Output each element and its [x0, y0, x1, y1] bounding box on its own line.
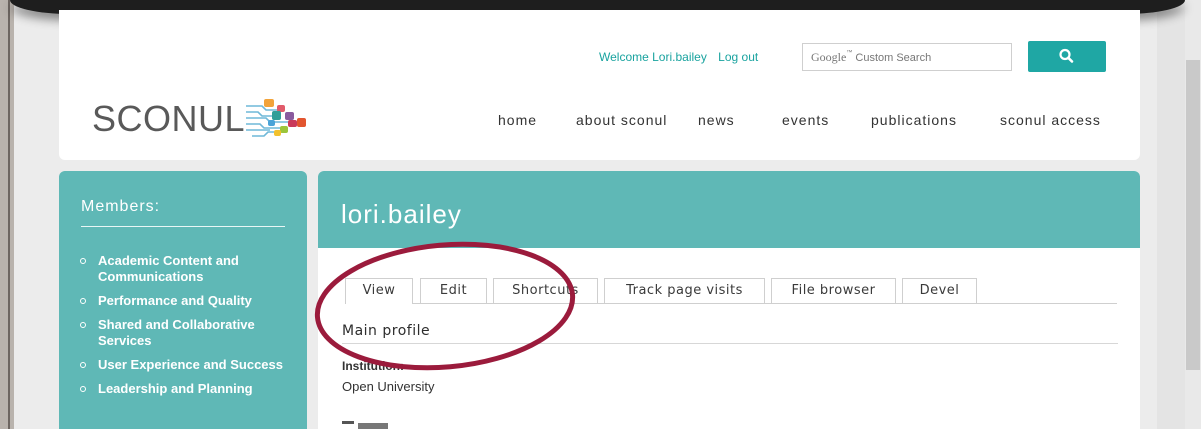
search-brand: Google: [811, 50, 847, 64]
nav-home[interactable]: home: [498, 112, 537, 128]
search-icon: [1059, 48, 1074, 63]
sidebar-item-label: User Experience and Success: [98, 357, 283, 372]
logo-network-icon: [246, 99, 306, 137]
site-header: Welcome Lori.bailey Log out Google™ Cust…: [59, 10, 1140, 160]
bullet-icon: [80, 258, 86, 264]
main-content: lori.bailey View Edit Shortcuts Track pa…: [318, 171, 1140, 429]
nav-publications[interactable]: publications: [871, 112, 957, 128]
bullet-icon: [80, 386, 86, 392]
profile-tabs: View Edit Shortcuts Track page visits Fi…: [345, 278, 1117, 304]
tab-track-page-visits[interactable]: Track page visits: [604, 278, 765, 303]
institution-label: Institution:: [342, 359, 404, 373]
tab-edit[interactable]: Edit: [420, 278, 487, 303]
sidebar-item-academic-content[interactable]: Academic Content and Communications: [79, 253, 299, 285]
member-list: Academic Content and Communications Perf…: [79, 253, 299, 405]
logout-link[interactable]: Log out: [718, 50, 758, 64]
sidebar-item-performance-quality[interactable]: Performance and Quality: [79, 293, 299, 309]
next-section-heading-fragment: [342, 421, 442, 429]
sidebar-item-label: Leadership and Planning: [98, 381, 253, 396]
tabs-baseline: [345, 303, 1117, 304]
tab-shortcuts[interactable]: Shortcuts: [493, 278, 598, 303]
section-title: Main profile: [342, 323, 431, 339]
bullet-icon: [80, 322, 86, 328]
search-input[interactable]: Google™ Custom Search: [802, 43, 1012, 71]
section-divider: [342, 343, 1118, 344]
heading-fragment: [342, 421, 354, 424]
heading-fragment: [358, 423, 388, 429]
user-welcome: Welcome Lori.bailey Log out: [599, 50, 758, 64]
tab-devel[interactable]: Devel: [902, 278, 977, 303]
sidebar-item-label: Performance and Quality: [98, 293, 252, 308]
bullet-icon: [80, 362, 86, 368]
window-left-edge: [0, 0, 14, 429]
window-left-edge-line: [8, 0, 10, 429]
sidebar-item-label: Academic Content and Communications: [98, 253, 239, 284]
sidebar-title: Members:: [81, 198, 161, 215]
nav-events[interactable]: events: [782, 112, 829, 128]
scrollbar-thumb[interactable]: [1186, 60, 1200, 370]
sidebar-item-shared-services[interactable]: Shared and Collaborative Services: [79, 317, 299, 349]
search-button[interactable]: [1028, 41, 1106, 72]
page-title: lori.bailey: [341, 199, 462, 229]
tab-file-browser[interactable]: File browser: [771, 278, 896, 303]
search-brand-tm: ™: [846, 50, 853, 56]
welcome-text: Welcome Lori.bailey: [599, 50, 707, 64]
sidebar-item-label: Shared and Collaborative Services: [98, 317, 255, 348]
nav-sconul-access[interactable]: sconul access: [1000, 112, 1101, 128]
institution-value: Open University: [342, 379, 435, 394]
sidebar-divider: [81, 226, 285, 227]
sidebar-item-user-experience[interactable]: User Experience and Success: [79, 357, 299, 373]
nav-about-sconul[interactable]: about sconul: [576, 112, 667, 128]
members-sidebar: Members: Academic Content and Communicat…: [59, 171, 307, 429]
bullet-icon: [80, 298, 86, 304]
sidebar-item-leadership[interactable]: Leadership and Planning: [79, 381, 299, 397]
tab-view[interactable]: View: [345, 278, 413, 304]
site-logo[interactable]: SCONUL: [92, 101, 245, 137]
nav-news[interactable]: news: [698, 112, 735, 128]
search-placeholder: Custom Search: [855, 52, 932, 64]
